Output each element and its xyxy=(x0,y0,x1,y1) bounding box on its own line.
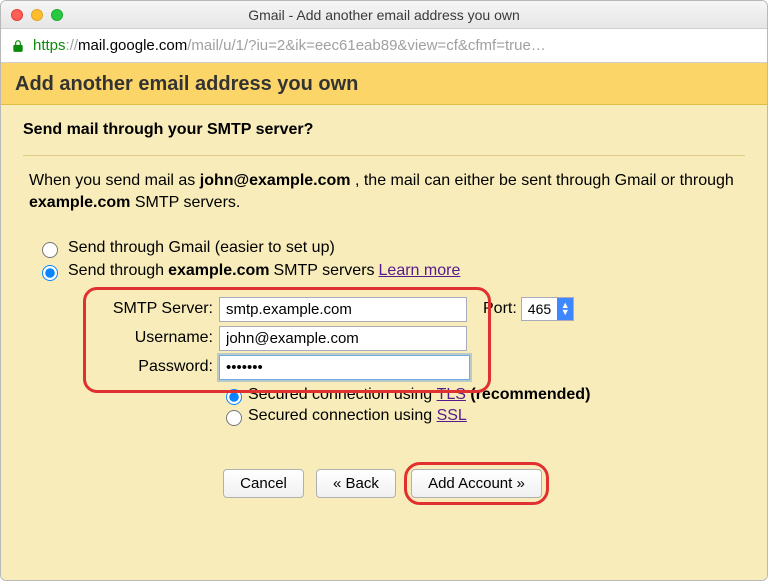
url-host: mail.google.com xyxy=(78,37,187,54)
password-label: Password: xyxy=(91,358,219,376)
port-select[interactable]: 465 ▲▼ xyxy=(521,297,574,321)
password-input[interactable] xyxy=(219,355,470,380)
security-radio-group: Secured connection using TLS (recommende… xyxy=(221,386,745,426)
radio-send-gmail[interactable]: Send through Gmail (easier to set up) xyxy=(37,239,745,258)
close-window-button[interactable] xyxy=(11,9,23,21)
radio-send-smtp[interactable]: Send through example.com SMTP servers Le… xyxy=(37,262,745,281)
window-controls xyxy=(1,9,63,21)
smtp-server-label: SMTP Server: xyxy=(91,300,219,318)
back-button[interactable]: « Back xyxy=(316,469,396,498)
titlebar: Gmail - Add another email address you ow… xyxy=(1,1,767,29)
port-wrap: Port: 465 ▲▼ xyxy=(483,297,574,321)
maximize-window-button[interactable] xyxy=(51,9,63,21)
radio-send-smtp-input[interactable] xyxy=(42,265,58,281)
learn-more-link[interactable]: Learn more xyxy=(379,262,461,280)
cancel-button[interactable]: Cancel xyxy=(223,469,304,498)
smtp-server-input[interactable] xyxy=(219,297,467,322)
radio-send-gmail-input[interactable] xyxy=(42,242,58,258)
info-text: When you send mail as john@example.com ,… xyxy=(29,170,739,215)
ssl-link[interactable]: SSL xyxy=(437,407,467,425)
info-domain: example.com xyxy=(29,194,130,211)
username-row: Username: xyxy=(91,326,745,351)
tls-recommended: (recommended) xyxy=(470,386,590,404)
callout-add-account-highlight: Add Account » xyxy=(404,462,549,505)
page-header-bar: Add another email address you own xyxy=(1,63,767,105)
window-title: Gmail - Add another email address you ow… xyxy=(1,7,767,23)
smtp-server-row: SMTP Server: Port: 465 ▲▼ xyxy=(91,297,745,322)
radio-tls[interactable]: Secured connection using TLS (recommende… xyxy=(221,386,745,405)
smtp-settings-form: SMTP Server: Port: 465 ▲▼ Username: Pass… xyxy=(91,297,745,426)
info-email: john@example.com xyxy=(200,172,351,189)
username-input[interactable] xyxy=(219,326,467,351)
chevron-updown-icon: ▲▼ xyxy=(557,298,573,320)
browser-window: Gmail - Add another email address you ow… xyxy=(0,0,768,581)
radio-ssl-input[interactable] xyxy=(226,410,242,426)
username-label: Username: xyxy=(91,329,219,347)
url-text: https://mail.google.com/mail/u/1/?iu=2&i… xyxy=(33,37,546,54)
radio-ssl[interactable]: Secured connection using SSL xyxy=(221,407,745,426)
radio-send-gmail-label: Send through Gmail (easier to set up) xyxy=(68,239,335,257)
url-scheme: https xyxy=(33,37,66,54)
lock-icon xyxy=(11,39,25,53)
port-value: 465 xyxy=(522,301,557,317)
radio-smtp-domain: example.com xyxy=(168,262,269,280)
section-subhead: Send mail through your SMTP server? xyxy=(23,121,745,139)
password-row: Password: xyxy=(91,355,745,380)
page-content: Send mail through your SMTP server? When… xyxy=(1,105,767,580)
dialog-buttons: Cancel « Back Add Account » xyxy=(23,462,745,505)
add-account-button[interactable]: Add Account » xyxy=(411,469,542,498)
radio-tls-input[interactable] xyxy=(226,389,242,405)
port-label: Port: xyxy=(483,300,517,318)
url-bar[interactable]: https://mail.google.com/mail/u/1/?iu=2&i… xyxy=(1,29,767,63)
tls-link[interactable]: TLS xyxy=(437,386,466,404)
url-path: /mail/u/1/?iu=2&ik=eec61eab89&view=cf&cf… xyxy=(187,37,546,54)
divider xyxy=(23,155,745,156)
minimize-window-button[interactable] xyxy=(31,9,43,21)
page-title: Add another email address you own xyxy=(15,73,753,96)
send-route-radio-group: Send through Gmail (easier to set up) Se… xyxy=(37,239,745,281)
